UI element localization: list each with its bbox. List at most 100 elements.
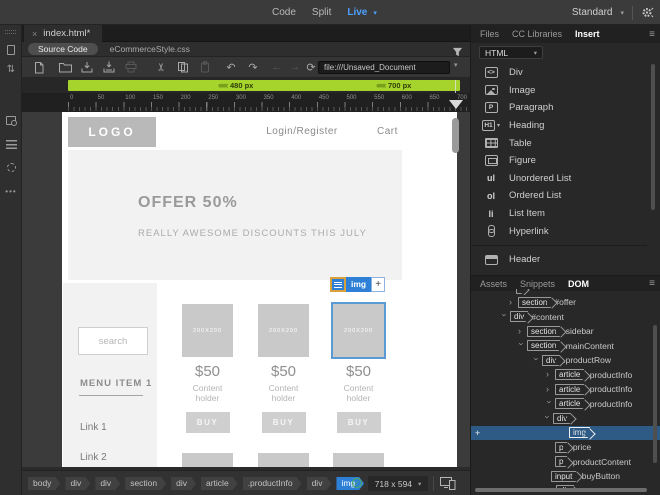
- dom-tag-pill[interactable]: div: [553, 412, 572, 424]
- more-tools-icon[interactable]: •••: [0, 183, 22, 199]
- dom-tag-pill[interactable]: input: [551, 470, 577, 482]
- dom-tag-pill[interactable]: div: [542, 354, 561, 366]
- element-tag-label[interactable]: img: [346, 277, 372, 292]
- dom-panel-icon[interactable]: [0, 136, 22, 152]
- open-documents-icon[interactable]: [0, 42, 22, 58]
- address-dropdown-icon[interactable]: ▾: [454, 61, 458, 69]
- panel-tab-files[interactable]: Files: [480, 29, 499, 39]
- insert-item-list-item[interactable]: li List Item: [471, 205, 653, 223]
- chevron-down-icon[interactable]: ▾: [373, 9, 377, 17]
- expand-arrow-icon[interactable]: ›: [546, 369, 552, 380]
- view-mode-code[interactable]: Code: [272, 7, 296, 18]
- window-size-selector[interactable]: 718 x 594 ▾: [368, 476, 428, 491]
- product-image-placeholder[interactable]: 200X200: [182, 304, 233, 357]
- dom-tag-pill[interactable]: [516, 289, 524, 294]
- tag-selector-body[interactable]: body: [28, 477, 60, 490]
- canvas-scrollbar[interactable]: [452, 118, 459, 153]
- view-mode-split[interactable]: Split: [312, 7, 331, 18]
- viewport-resize-handle[interactable]: [449, 100, 463, 109]
- dom-node-productInfo[interactable]: › article .productInfo: [471, 368, 660, 383]
- insert-item-ordered-list[interactable]: ol Ordered List: [471, 187, 653, 205]
- lint-ok-icon[interactable]: ✓: [352, 478, 362, 488]
- new-document-button[interactable]: [32, 60, 46, 74]
- panel-menu-icon[interactable]: ≡: [649, 29, 655, 40]
- insert-category-select[interactable]: HTML ▾: [479, 46, 543, 59]
- back-button[interactable]: ←: [270, 60, 284, 74]
- insert-item-div[interactable]: <> Div: [471, 64, 653, 82]
- insert-item-table[interactable]: Table: [471, 134, 653, 152]
- dom-node-productInfo[interactable]: › article .productInfo: [471, 382, 660, 397]
- insert-item-figure[interactable]: Figure: [471, 152, 653, 170]
- buy-button[interactable]: BUY: [336, 412, 381, 433]
- refresh-button[interactable]: ⟳: [304, 60, 318, 74]
- dom-node-productInfo[interactable]: › article .productInfo: [471, 397, 660, 412]
- insert-scrollbar[interactable]: [651, 64, 655, 210]
- dom-horizontal-scrollbar[interactable]: [475, 488, 647, 492]
- forward-button[interactable]: →: [288, 60, 302, 74]
- insert-item-header[interactable]: Header: [471, 245, 653, 269]
- dom-tag-pill[interactable]: section: [518, 296, 552, 308]
- close-icon[interactable]: ×: [32, 29, 37, 39]
- collapse-arrow-icon[interactable]: ›: [544, 401, 555, 407]
- file-management-icon[interactable]: ⇅: [0, 62, 22, 78]
- print-button[interactable]: [124, 60, 138, 74]
- expand-arrow-icon[interactable]: ›: [518, 326, 524, 337]
- element-menu-icon[interactable]: [330, 277, 346, 292]
- buy-button[interactable]: BUY: [261, 412, 306, 433]
- view-mode-live[interactable]: Live: [347, 7, 367, 18]
- dom-node-content[interactable]: › div #content: [471, 310, 660, 325]
- workspace-switcher[interactable]: Standard: [572, 7, 613, 18]
- tag-selector-div[interactable]: div: [307, 477, 332, 490]
- collapse-arrow-icon[interactable]: ›: [531, 357, 542, 363]
- expand-arrow-icon[interactable]: ›: [509, 297, 515, 308]
- buy-button[interactable]: BUY: [185, 412, 230, 433]
- insert-item-paragraph[interactable]: P Paragraph: [471, 99, 653, 117]
- add-element-icon[interactable]: +: [371, 277, 386, 292]
- dom-node-div[interactable]: › div: [471, 411, 660, 426]
- panel-tab-snippets[interactable]: Snippets: [520, 279, 555, 289]
- save-all-button[interactable]: [102, 60, 116, 74]
- dom-tag-pill[interactable]: article: [555, 398, 585, 409]
- site-logo[interactable]: LOGO: [68, 117, 156, 147]
- panel-tab-dom[interactable]: DOM: [568, 279, 589, 289]
- dom-tag-pill[interactable]: article: [555, 383, 585, 395]
- related-file-css[interactable]: eCommerceStyle.css: [110, 44, 190, 54]
- tag-selector-article[interactable]: article: [201, 477, 238, 490]
- address-input[interactable]: file:///Unsaved_Document: [318, 61, 450, 74]
- expand-arrow-icon[interactable]: ›: [546, 384, 552, 395]
- copy-button[interactable]: [176, 60, 190, 74]
- nav-login-register[interactable]: Login/Register: [257, 126, 347, 137]
- insert-item-unordered-list[interactable]: ul Unordered List: [471, 170, 653, 188]
- product-image-placeholder[interactable]: 200X200: [258, 304, 309, 357]
- dom-node-productContent[interactable]: p .productContent: [471, 455, 660, 470]
- dom-tag-pill[interactable]: img: [569, 427, 590, 438]
- related-file-source-code[interactable]: Source Code: [28, 43, 98, 55]
- dom-tag-pill[interactable]: p: [555, 456, 568, 467]
- open-file-button[interactable]: [58, 60, 72, 74]
- document-tab[interactable]: × index.html*: [24, 25, 103, 42]
- collapse-arrow-icon[interactable]: ›: [516, 343, 527, 349]
- dom-tag-pill[interactable]: div: [510, 311, 529, 322]
- sidebar-link[interactable]: Link 2: [80, 452, 107, 463]
- paste-button[interactable]: [198, 60, 212, 74]
- panel-tab-insert[interactable]: Insert: [575, 29, 600, 39]
- dom-node-img[interactable]: + img: [471, 425, 660, 440]
- code-navigator-icon[interactable]: [0, 112, 22, 128]
- dom-node-buyButton[interactable]: input .buyButton: [471, 469, 660, 484]
- tag-selector-div[interactable]: div: [95, 477, 120, 490]
- panel-tab-assets[interactable]: Assets: [480, 279, 507, 289]
- media-query-green-bar[interactable]: ‹‹‹‹‹‹ 480 px ‹‹‹‹‹‹ 700 px: [68, 80, 460, 91]
- add-node-icon[interactable]: +: [475, 428, 480, 438]
- nav-cart[interactable]: Cart: [377, 126, 398, 137]
- dom-node-mainContent[interactable]: › section .mainContent: [471, 339, 660, 354]
- search-input[interactable]: [78, 327, 148, 355]
- redo-button[interactable]: ↷: [246, 60, 260, 74]
- insert-item-image[interactable]: Image: [471, 82, 653, 100]
- collapse-arrow-icon[interactable]: ›: [542, 415, 553, 421]
- cut-button[interactable]: ✂: [154, 60, 168, 74]
- save-button[interactable]: [80, 60, 94, 74]
- inspect-mode-icon[interactable]: [0, 159, 22, 175]
- panel-menu-icon[interactable]: ≡: [649, 278, 655, 289]
- dom-tag-pill[interactable]: section: [527, 340, 561, 351]
- insert-item-heading[interactable]: H1 ▾ Heading: [471, 117, 653, 135]
